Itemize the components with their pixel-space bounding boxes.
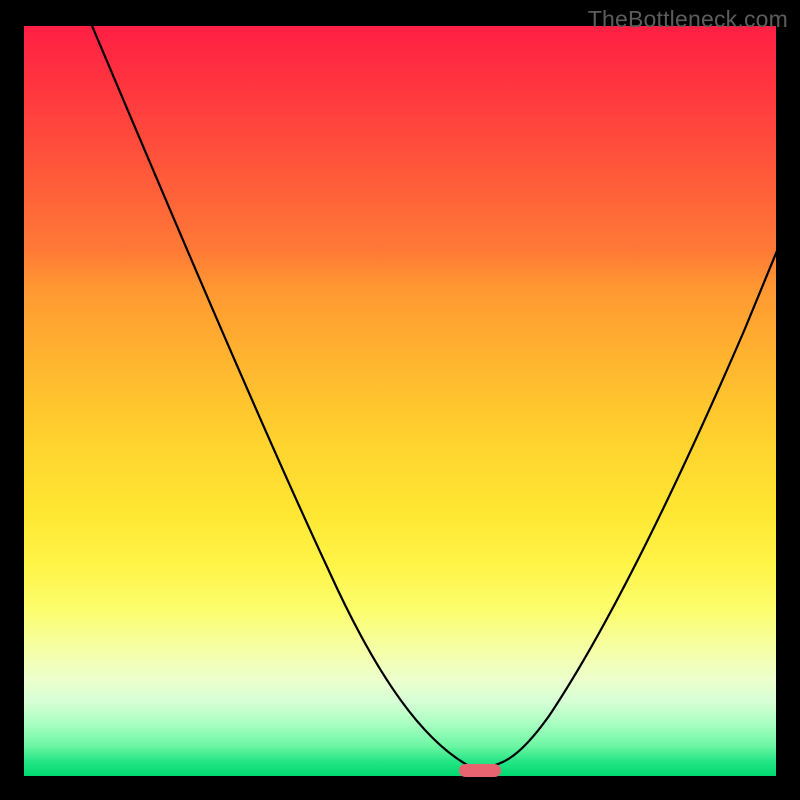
curve-path — [90, 21, 779, 767]
plot-area — [24, 26, 776, 776]
watermark-text: TheBottleneck.com — [588, 6, 788, 33]
chart-frame: TheBottleneck.com — [0, 0, 800, 800]
optimum-marker — [459, 764, 501, 777]
bottleneck-curve — [24, 26, 776, 776]
